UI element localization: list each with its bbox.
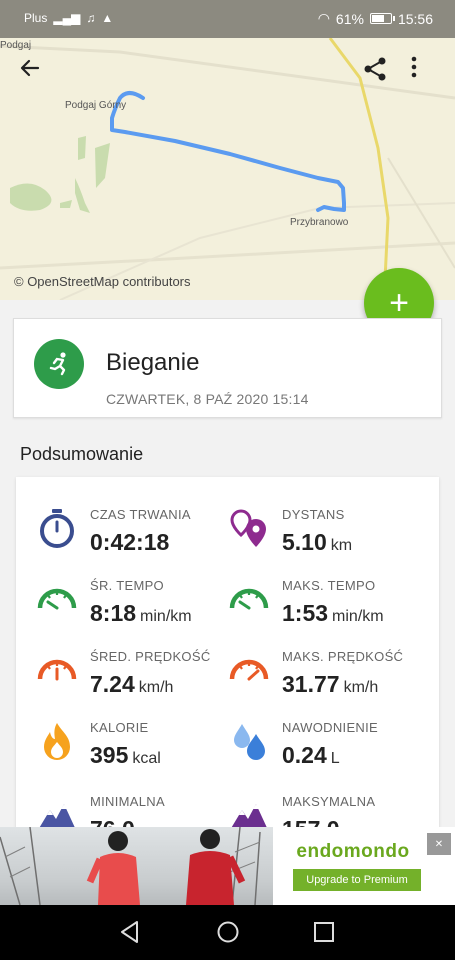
speed-gauge-icon — [37, 659, 77, 681]
signal-icon: ▂▄▆ — [53, 11, 81, 25]
clock: 15:56 — [397, 10, 433, 27]
music-icon: ♫ — [86, 11, 96, 25]
stat-unit: kcal — [132, 750, 161, 767]
status-right: ◠ 61% 15:56 — [318, 10, 433, 27]
water-drops-icon — [234, 724, 265, 760]
share-icon — [364, 57, 386, 81]
map-label-podgaj: Podgaj — [0, 40, 32, 51]
stat-hydration: NAWODNIENIE 0.24 L — [228, 720, 428, 780]
stat-avg-speed: ŚRED. PRĘDKOŚĆ 7.24 km/h — [36, 649, 236, 709]
battery-percent: 61% — [335, 10, 364, 27]
more-menu-button[interactable] — [410, 56, 444, 90]
stat-duration: CZAS TRWANIA 0:42:18 — [36, 507, 236, 567]
workout-header-card[interactable]: Bieganie CZWARTEK, 8 PAŹ 2020 15:14 — [13, 318, 442, 418]
stat-unit: L — [330, 750, 340, 767]
back-button[interactable] — [18, 56, 52, 90]
stat-label: DYSTANS — [282, 507, 345, 522]
stat-label: ŚR. TEMPO — [90, 578, 164, 593]
nav-recents-icon[interactable] — [311, 919, 337, 945]
stat-label: CZAS TRWANIA — [90, 507, 191, 522]
stat-value: 0.24 L — [282, 742, 340, 768]
stat-value: 5.10 km — [282, 529, 353, 555]
map-attribution[interactable]: © OpenStreetMap contributors — [14, 274, 191, 289]
stopwatch-icon — [40, 509, 74, 548]
sport-badge — [34, 339, 84, 389]
stat-value: 31.77 km/h — [282, 671, 379, 697]
summary-heading: Podsumowanie — [20, 444, 144, 464]
share-button[interactable] — [362, 56, 396, 90]
stat-label: MAKS. PRĘDKOŚĆ — [282, 649, 404, 664]
pace-gauge-icon — [229, 588, 269, 610]
stat-label: KALORIE — [90, 720, 149, 735]
nav-home-icon[interactable] — [215, 919, 241, 945]
stat-value: 0:42:18 — [90, 529, 170, 555]
stat-unit: min/km — [332, 608, 384, 625]
distance-pin-icon — [230, 509, 266, 547]
stat-value: 7.24 km/h — [90, 671, 174, 697]
running-icon — [49, 352, 66, 376]
status-bar: Plus ▂▄▆ ♫ ▲ ◠ 61% 15:56 — [0, 0, 455, 38]
carrier-label: Plus — [24, 11, 48, 25]
stat-calories: KALORIE 395 kcal — [36, 720, 236, 780]
stat-unit: km — [330, 537, 353, 554]
stat-label: NAWODNIENIE — [282, 720, 378, 735]
summary-card: CZAS TRWANIA 0:42:18 DYSTANS 5.10 km ŚR. … — [16, 477, 439, 837]
battery-icon — [369, 13, 395, 24]
stat-label: MINIMALNA — [90, 794, 165, 809]
ad-brand: endomondo — [296, 841, 410, 862]
stat-unit: km/h — [343, 679, 379, 696]
ad-banner[interactable]: endomondo Upgrade to Premium ✕ — [0, 827, 455, 905]
workout-date: CZWARTEK, 8 PAŹ 2020 15:14 — [106, 391, 309, 407]
upgrade-premium-button[interactable]: Upgrade to Premium — [293, 869, 421, 891]
stat-label: ŚRED. PRĘDKOŚĆ — [90, 649, 211, 664]
ad-photo — [0, 827, 273, 905]
stat-unit: km/h — [138, 679, 174, 696]
stat-label: MAKS. TEMPO — [282, 578, 376, 593]
pace-gauge-icon — [37, 588, 77, 610]
flame-icon — [44, 723, 70, 760]
route-map[interactable]: Podgaj Podgaj Górny Przybranowo © OpenSt… — [0, 38, 455, 300]
system-nav-bar — [0, 905, 455, 960]
stat-unit: min/km — [140, 608, 192, 625]
ad-close-icon[interactable]: ✕ — [427, 833, 451, 855]
speed-gauge-icon — [229, 659, 269, 681]
map-label-przybranowo: Przybranowo — [290, 217, 349, 228]
stat-max-speed: MAKS. PRĘDKOŚĆ 31.77 km/h — [228, 649, 428, 709]
more-vertical-icon — [411, 56, 417, 78]
nav-back-icon[interactable] — [117, 919, 143, 945]
status-left: Plus ▂▄▆ ♫ ▲ — [24, 11, 113, 25]
map-label-podgaj-gorny: Podgaj Górny — [65, 100, 127, 111]
arrow-left-icon — [20, 59, 40, 77]
sport-title: Bieganie — [106, 349, 200, 376]
stat-distance: DYSTANS 5.10 km — [228, 507, 428, 567]
stat-value: 8:18 min/km — [90, 600, 192, 626]
plus-icon: + — [389, 283, 409, 322]
stat-value: 1:53 min/km — [282, 600, 384, 626]
headphones-icon: ◠ — [317, 10, 330, 26]
ad-panel: endomondo Upgrade to Premium ✕ — [273, 827, 455, 905]
stat-label: MAKSYMALNA — [282, 794, 376, 809]
stat-max-pace: MAKS. TEMPO 1:53 min/km — [228, 578, 428, 638]
notification-icon: ▲ — [101, 11, 114, 25]
stat-avg-pace: ŚR. TEMPO 8:18 min/km — [36, 578, 236, 638]
stat-value: 395 kcal — [90, 742, 161, 768]
